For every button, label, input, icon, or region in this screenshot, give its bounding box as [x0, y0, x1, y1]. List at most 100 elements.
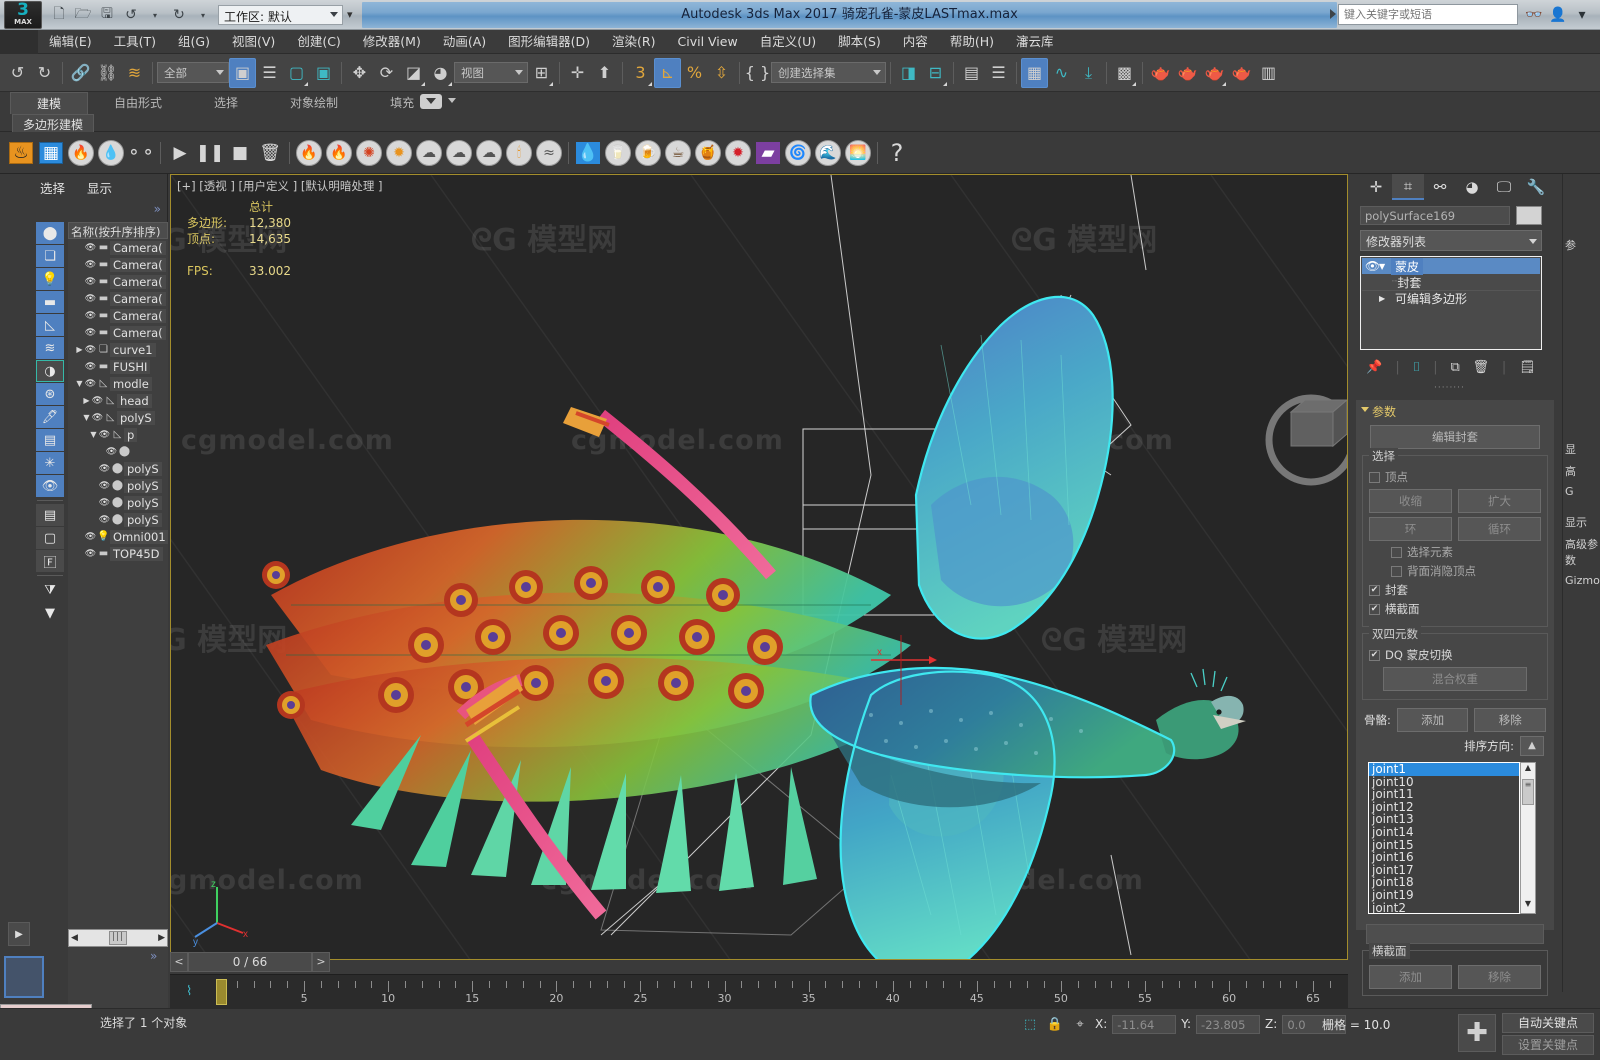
backface-cull-checkbox[interactable]: 背面消隐顶点: [1369, 563, 1541, 579]
scene-explorer-hscrollbar[interactable]: ◀ ||| ▶: [68, 929, 168, 947]
menu-tools[interactable]: 工具(T): [103, 30, 167, 54]
remove-bone-button[interactable]: 移除: [1474, 708, 1546, 732]
visibility-eye-icon[interactable]: 👁: [84, 345, 97, 355]
ribbon-tab-selection[interactable]: 选择: [188, 92, 264, 114]
track-bar[interactable]: ⌇ 05101520253035404550556065: [170, 974, 1348, 1008]
select-and-scale-button[interactable]: ◪: [400, 58, 427, 88]
menu-group[interactable]: 组(G): [167, 30, 221, 54]
preset-candle-icon[interactable]: 🕯: [504, 138, 534, 168]
scene-explorer-row[interactable]: 👁 ▬ Camera(: [68, 239, 168, 256]
x-field[interactable]: -11.64: [1112, 1014, 1177, 1034]
phoenix-particle-shader-icon[interactable]: ⚬⚬: [126, 138, 156, 168]
scene-explorer-row[interactable]: 👁 ⬤ polyS: [68, 511, 168, 528]
scene-explorer-row[interactable]: 👁 ▬ Camera(: [68, 307, 168, 324]
open-render-frame-button[interactable]: ▥: [1255, 58, 1282, 88]
simulation-start-icon[interactable]: ▶: [165, 138, 195, 168]
absolute-relative-toggle-icon[interactable]: ⌖: [1070, 1014, 1090, 1034]
preset-splash-icon[interactable]: 💧: [573, 138, 603, 168]
bind-to-space-warp-button[interactable]: ≋: [121, 58, 148, 88]
signin-person-icon[interactable]: 👤: [1548, 5, 1568, 25]
chevron-down-icon[interactable]: ▼: [1379, 262, 1391, 271]
help-dropdown-icon[interactable]: ▾: [1572, 5, 1592, 25]
filter-freeze-icon[interactable]: 🖊: [36, 406, 64, 428]
search-input[interactable]: [1339, 5, 1517, 24]
chevron-right-icon[interactable]: ▶: [1379, 294, 1391, 303]
visibility-eye-icon[interactable]: 👁: [91, 396, 104, 406]
visibility-eye-icon[interactable]: 👁: [91, 413, 104, 423]
menu-rendering[interactable]: 渲染(R): [601, 30, 666, 54]
menu-edit[interactable]: 编辑(E): [38, 30, 103, 54]
rollup-drag-handle[interactable]: ········: [1434, 383, 1465, 393]
viewport-thumbnail[interactable]: [4, 956, 44, 998]
filter-shapes-icon[interactable]: ❏: [36, 245, 64, 267]
scene-explorer-row[interactable]: 👁 ▬ Camera(: [68, 324, 168, 341]
layer-view-icon[interactable]: ▢: [36, 527, 64, 549]
render-frame-window-button[interactable]: ▩: [1111, 58, 1138, 88]
chevron-down-icon[interactable]: ▼: [89, 430, 98, 439]
chevron-right-icon[interactable]: ▶: [75, 345, 84, 354]
preset-ocean-icon[interactable]: 🌅: [843, 138, 873, 168]
material-editor-button[interactable]: ▦: [1021, 57, 1048, 88]
scene-explorer-row[interactable]: 👁 ▬ FUSHI: [68, 358, 168, 375]
select-object-button[interactable]: ▣: [229, 57, 256, 88]
unlink-selection-button[interactable]: ⛓: [94, 58, 121, 88]
dq-skinning-checkbox[interactable]: ✔ DQ 蒙皮切换: [1369, 647, 1541, 663]
set-key-button[interactable]: 设置关键点: [1502, 1035, 1594, 1055]
select-and-rotate-button[interactable]: ⟳: [373, 58, 400, 88]
angle-snap-button[interactable]: ⊾: [654, 57, 681, 88]
modifier-stack-subitem-envelope[interactable]: ┈ 封套: [1362, 274, 1540, 290]
menu-civil-view[interactable]: Civil View: [667, 30, 749, 54]
menu-content[interactable]: 内容: [892, 30, 939, 54]
snap-3d-button[interactable]: 3: [627, 58, 654, 88]
cross-section-add-button[interactable]: 添加: [1369, 965, 1452, 989]
select-by-name-button[interactable]: ☰: [256, 58, 283, 88]
render-iterative-button[interactable]: 🫖: [1174, 58, 1201, 88]
edit-named-selection-button[interactable]: { }: [744, 58, 771, 88]
menu-customize[interactable]: 自定义(U): [749, 30, 827, 54]
curve-editor-toggle-icon[interactable]: ⌇: [186, 984, 192, 999]
undo-button[interactable]: ↺: [4, 58, 31, 88]
filter-lights-icon[interactable]: 💡: [36, 268, 64, 290]
preset-smoke3-icon[interactable]: ☁: [474, 138, 504, 168]
render-in-cloud-button[interactable]: 🫖: [1228, 58, 1255, 88]
scene-explorer-row[interactable]: 👁 ⬤ polyS: [68, 477, 168, 494]
sort-direction-button[interactable]: ▲: [1520, 736, 1544, 756]
select-element-checkbox[interactable]: 选择元素: [1369, 544, 1541, 560]
scroll-left-icon[interactable]: ◀: [71, 933, 78, 943]
save-file-icon[interactable]: 🖫: [96, 4, 118, 26]
shrink-button[interactable]: 收缩: [1369, 489, 1452, 513]
redo-icon[interactable]: ↻: [168, 4, 190, 26]
preset-smoke-icon[interactable]: ☁: [414, 138, 444, 168]
filter-materials-icon[interactable]: ◑: [36, 360, 64, 382]
edit-envelopes-button[interactable]: 编辑封套: [1370, 425, 1540, 449]
preset-explosion-icon[interactable]: 🔥: [324, 138, 354, 168]
list-view-icon[interactable]: ▤: [36, 504, 64, 526]
selection-lock-region-icon[interactable]: ⬚: [1020, 1014, 1040, 1034]
scene-explorer-overflow-icon[interactable]: »: [154, 202, 161, 216]
perspective-viewport[interactable]: [+] [透视 ] [用户定义 ] [默认明暗处理 ] 总计 多边形: 12,38…: [170, 174, 1348, 960]
curve-editor-button[interactable]: ∿: [1048, 58, 1075, 88]
visibility-eye-icon[interactable]: 👁: [98, 464, 111, 474]
bone-list-item[interactable]: joint16: [1369, 851, 1519, 864]
menu-animation[interactable]: 动画(A): [432, 30, 497, 54]
visibility-eye-icon[interactable]: 👁: [84, 549, 97, 559]
scene-explorer-row[interactable]: 👁 ▬ Camera(: [68, 256, 168, 273]
scene-explorer-row[interactable]: 👁 ⬤ polyS: [68, 460, 168, 477]
bone-list-item[interactable]: joint14: [1369, 826, 1519, 839]
visibility-eye-icon[interactable]: 👁: [84, 294, 97, 304]
configure-modifier-sets-icon[interactable]: 🗒: [1519, 360, 1536, 375]
visibility-eye-icon[interactable]: 👁: [84, 328, 97, 338]
menu-views[interactable]: 视图(V): [221, 30, 286, 54]
scene-explorer-button[interactable]: ☰: [985, 58, 1012, 88]
bone-list-item[interactable]: joint19: [1369, 889, 1519, 902]
auto-key-button[interactable]: 自动关键点: [1502, 1013, 1594, 1033]
visibility-eye-icon[interactable]: 👁: [84, 311, 97, 321]
filter-containers-icon[interactable]: ▤: [36, 429, 64, 451]
preset-smoke2-icon[interactable]: ☁: [444, 138, 474, 168]
object-name-field[interactable]: polySurface169: [1360, 206, 1510, 225]
bottom-rollup-display[interactable]: 显示: [1563, 511, 1600, 533]
visibility-eye-icon[interactable]: 👁: [98, 515, 111, 525]
vertices-checkbox[interactable]: 顶点: [1369, 469, 1541, 485]
preset-whirlpool-icon[interactable]: 🌀: [783, 138, 813, 168]
preset-blood-icon[interactable]: ✹: [723, 138, 753, 168]
